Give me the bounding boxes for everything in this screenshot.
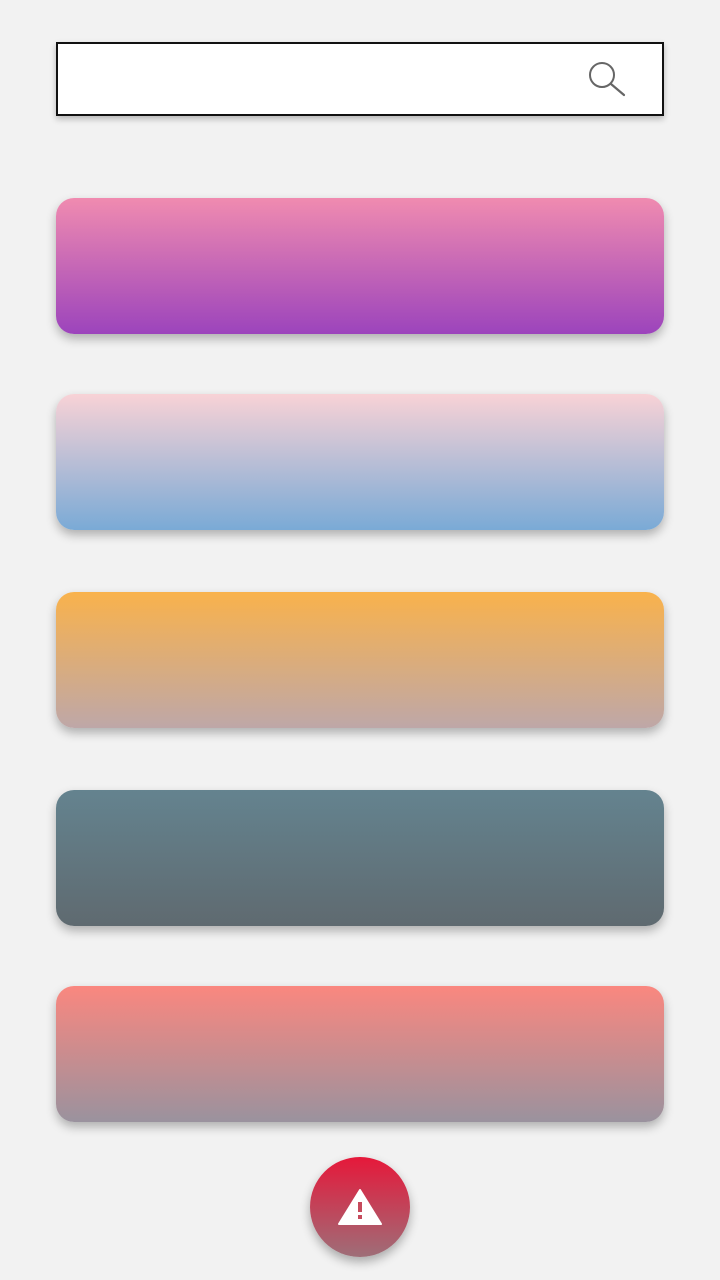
gradient-card-slate[interactable] bbox=[56, 790, 664, 926]
gradient-card-coral-grey[interactable] bbox=[56, 986, 664, 1122]
gradient-card-pink-blue[interactable] bbox=[56, 394, 664, 530]
search-bar[interactable] bbox=[56, 42, 664, 116]
search-input[interactable] bbox=[72, 44, 576, 116]
gradient-card-orange-mauve[interactable] bbox=[56, 592, 664, 728]
gradient-card-pink-purple[interactable] bbox=[56, 198, 664, 334]
warning-icon bbox=[338, 1189, 382, 1225]
warning-fab-button[interactable] bbox=[310, 1157, 410, 1257]
search-icon[interactable] bbox=[586, 60, 630, 100]
